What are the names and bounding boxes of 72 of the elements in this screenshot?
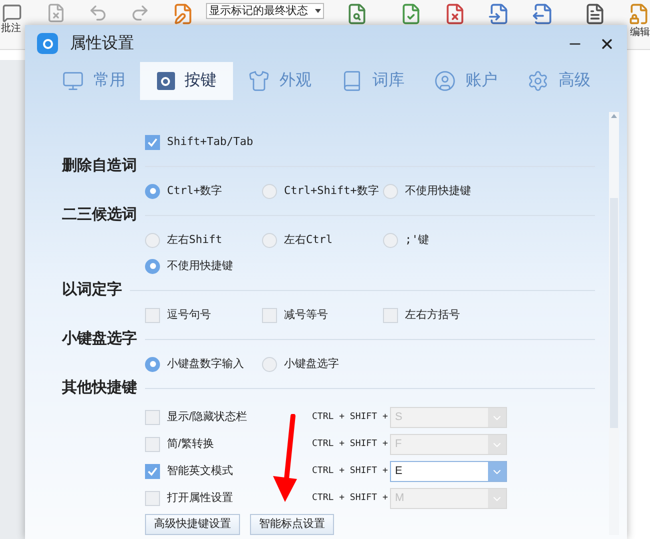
section-heading: 以词定字 xyxy=(62,280,122,300)
radio-button[interactable] xyxy=(145,232,160,248)
scroll-up-icon[interactable] xyxy=(611,114,617,118)
key-select[interactable]: E xyxy=(390,461,507,482)
option-label: 减号等号 xyxy=(284,306,328,323)
shirt-icon xyxy=(248,70,270,92)
option-label: 不使用快捷键 xyxy=(167,258,233,274)
option-label: 小键盘数字输入 xyxy=(167,356,244,372)
shortcut-label: 显示/隐藏状态栏 xyxy=(167,410,248,426)
edit-document-icon[interactable] xyxy=(172,3,194,25)
settings-button[interactable]: 智能标点设置 xyxy=(250,514,334,535)
settings-icon xyxy=(526,70,548,92)
radio-button[interactable] xyxy=(262,184,277,198)
shortcut-label: 智能英文模式 xyxy=(167,464,233,480)
document-arrow-icon[interactable] xyxy=(532,3,554,25)
tab[interactable]: 按键 xyxy=(140,62,233,100)
option-label: Shift+Tab/Tab xyxy=(167,134,254,150)
tab[interactable]: 常用 xyxy=(47,62,140,100)
markup-dropdown[interactable]: 显示标记的最终状态 xyxy=(206,3,324,19)
option-label: 不使用快捷键 xyxy=(405,182,471,199)
document-cancel-icon[interactable] xyxy=(444,3,466,25)
tab[interactable]: 高级 xyxy=(512,62,605,100)
previous-icon[interactable] xyxy=(88,3,108,23)
toolbar-label: 编辑 xyxy=(630,27,650,39)
tab[interactable]: 外观 xyxy=(233,62,326,100)
tab[interactable]: 账户 xyxy=(419,62,512,100)
option-label: 左右方括号 xyxy=(405,306,460,323)
radio-button[interactable] xyxy=(145,356,160,372)
radio-button[interactable] xyxy=(145,258,160,274)
modifier-label: CTRL + SHIFT + xyxy=(312,492,389,505)
radio-button[interactable] xyxy=(262,356,277,372)
modifier-label: CTRL + SHIFT + xyxy=(312,410,389,424)
checkbox[interactable] xyxy=(145,308,160,322)
scrollbar[interactable] xyxy=(609,112,619,535)
section-heading: 删除自造词 xyxy=(62,156,137,176)
window-title: 属性设置 xyxy=(70,34,135,54)
section-heading: 二三候选词 xyxy=(62,205,137,226)
option-label: 左右Ctrl xyxy=(284,232,332,248)
monitor-icon xyxy=(62,70,84,92)
search-document-icon[interactable] xyxy=(346,3,368,25)
modifier-label: CTRL + SHIFT + xyxy=(312,464,389,478)
option-label: 小键盘选字 xyxy=(284,356,339,372)
option-label: 逗号句号 xyxy=(167,306,211,323)
document-check-icon[interactable] xyxy=(400,3,422,25)
section-heading: 小键盘选字 xyxy=(62,329,137,350)
modifier-label: CTRL + SHIFT + xyxy=(312,438,389,451)
app-logo-icon xyxy=(37,33,58,54)
option-label: ;'键 xyxy=(405,232,430,248)
comment-icon[interactable] xyxy=(2,3,22,23)
option-label: 左右Shift xyxy=(167,232,222,248)
lock-document-icon[interactable] xyxy=(628,3,650,25)
checkbox[interactable] xyxy=(145,134,160,150)
next-icon[interactable] xyxy=(130,3,150,23)
radio-button[interactable] xyxy=(383,232,398,248)
checkbox[interactable] xyxy=(262,308,277,322)
section-heading: 其他快捷键 xyxy=(62,378,137,398)
tab[interactable]: 词库 xyxy=(326,62,419,100)
option-label: Ctrl+Shift+数字 xyxy=(284,182,379,199)
q-logo-icon xyxy=(156,72,174,90)
shortcut-label: 简/繁转换 xyxy=(167,437,214,452)
dropdown-caret-icon xyxy=(315,9,321,13)
option-label: Ctrl+数字 xyxy=(167,182,222,199)
checkbox[interactable] xyxy=(145,464,160,479)
radio-button[interactable] xyxy=(383,184,398,198)
document-arrow-icon[interactable] xyxy=(488,3,510,25)
settings-button[interactable]: 高级快捷键设置 xyxy=(145,514,240,535)
toolbar-label: 批注 xyxy=(1,23,21,35)
radio-button[interactable] xyxy=(145,184,160,198)
shortcut-label: 打开属性设置 xyxy=(167,491,233,506)
checkbox[interactable] xyxy=(383,308,398,322)
radio-button[interactable] xyxy=(262,232,277,248)
user-icon xyxy=(434,70,456,92)
